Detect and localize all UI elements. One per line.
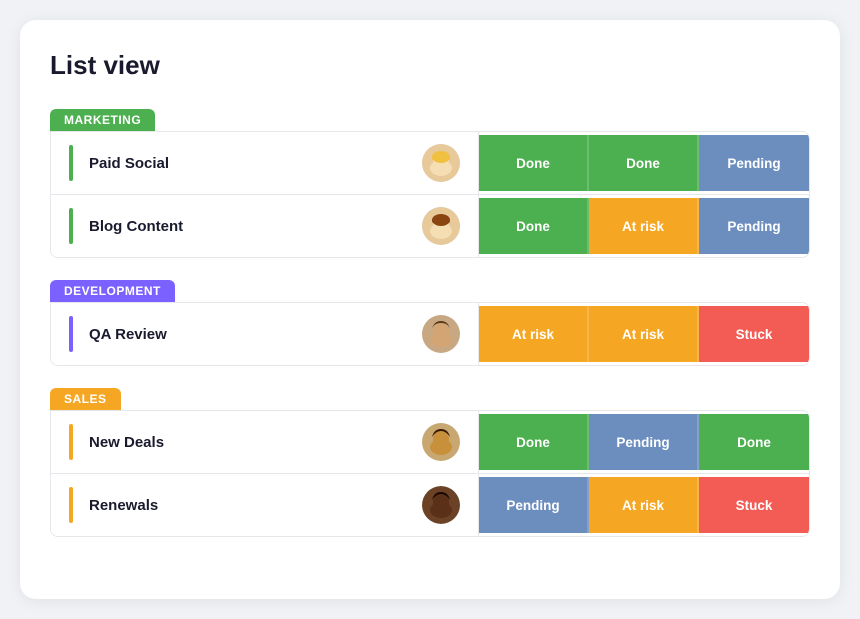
table-row: New Deals DonePendingDone [51,411,809,474]
status-badge: Pending [699,135,809,191]
row-name: Paid Social [89,155,406,172]
avatar [422,315,460,353]
row-statuses: At riskAt riskStuck [479,306,809,362]
status-badge: Done [479,135,589,191]
row-name: QA Review [89,326,406,343]
status-badge: Done [479,198,589,254]
table-row: Blog Content DoneAt riskPending [51,195,809,257]
status-badge: Pending [479,477,589,533]
status-badge: Done [479,414,589,470]
color-bar [69,487,73,523]
row-statuses: DonePendingDone [479,414,809,470]
table-row: Renewals PendingAt riskStuck [51,474,809,536]
status-badge: Stuck [699,477,809,533]
color-bar [69,316,73,352]
group-development: DEVELOPMENTQA ReviewAt riskAt riskStuck [50,280,810,366]
main-card: List view MARKETINGPaid SocialDoneDonePe… [20,20,840,599]
group-table-marketing: Paid SocialDoneDonePendingBlog ContentDo… [50,131,810,258]
row-left: QA Review [51,303,479,365]
row-statuses: DoneDonePending [479,135,809,191]
avatar [422,144,460,182]
status-badge: Stuck [699,306,809,362]
status-badge: Done [589,135,699,191]
group-header-sales: SALES [50,388,121,410]
row-statuses: PendingAt riskStuck [479,477,809,533]
status-badge: At risk [589,198,699,254]
status-badge: At risk [589,477,699,533]
color-bar [69,145,73,181]
group-sales: SALESNew DealsDonePendingDoneRenewalsPen… [50,388,810,537]
row-statuses: DoneAt riskPending [479,198,809,254]
color-bar [69,208,73,244]
row-name: Renewals [89,497,406,514]
group-header-marketing: MARKETING [50,109,155,131]
row-left: Blog Content [51,195,479,257]
table-row: QA ReviewAt riskAt riskStuck [51,303,809,365]
group-marketing: MARKETINGPaid SocialDoneDonePendingBlog … [50,109,810,258]
avatar [422,423,460,461]
group-table-sales: New DealsDonePendingDoneRenewalsPendingA… [50,410,810,537]
status-badge: At risk [479,306,589,362]
avatar [422,207,460,245]
group-header-development: DEVELOPMENT [50,280,175,302]
color-bar [69,424,73,460]
status-badge: Done [699,414,809,470]
row-name: Blog Content [89,218,406,235]
avatar [422,486,460,524]
page-title: List view [50,50,810,81]
row-name: New Deals [89,434,406,451]
status-badge: Pending [699,198,809,254]
row-left: Renewals [51,474,479,536]
groups-container: MARKETINGPaid SocialDoneDonePendingBlog … [50,109,810,537]
table-row: Paid SocialDoneDonePending [51,132,809,195]
row-left: New Deals [51,411,479,473]
status-badge: At risk [589,306,699,362]
status-badge: Pending [589,414,699,470]
row-left: Paid Social [51,132,479,194]
group-table-development: QA ReviewAt riskAt riskStuck [50,302,810,366]
